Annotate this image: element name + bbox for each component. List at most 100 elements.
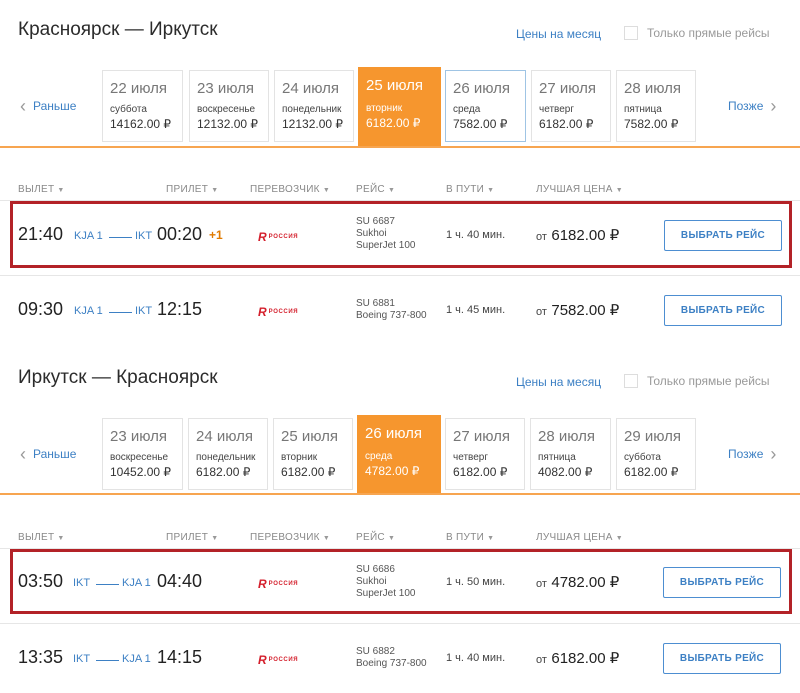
header-label: В ПУТИ (446, 532, 485, 543)
sort-arrow-icon: ▼ (487, 187, 495, 194)
aeroflot-russia-logo: R РОССИЯ (258, 305, 298, 319)
weekday-label: суббота (110, 104, 147, 115)
date-card[interactable]: 28 июля пятница 4082.00 ₽ (530, 418, 611, 490)
chevron-right-icon: › (770, 444, 777, 464)
carrier-mark: R (258, 653, 267, 667)
date-card[interactable]: 24 июля понедельник 12132.00 ₽ (274, 70, 354, 142)
sort-depart[interactable]: ВЫЛЕТ ▼ (18, 532, 65, 543)
date-label: 27 июля (453, 428, 511, 445)
date-card[interactable]: 24 июля понедельник 6182.00 ₽ (188, 418, 268, 490)
date-card[interactable]: 28 июля пятница 7582.00 ₽ (616, 70, 696, 142)
sort-duration[interactable]: В ПУТИ ▼ (446, 532, 494, 543)
header-label: ПЕРЕВОЗЧИК (250, 532, 320, 543)
header-label: В ПУТИ (446, 184, 485, 195)
flight-duration: 1 ч. 40 мин. (446, 652, 506, 664)
weekday-label: среда (453, 104, 481, 115)
date-card-selected[interactable]: 26 июля среда 4782.00 ₽ (357, 415, 441, 495)
route-line (109, 312, 132, 313)
later-label: Позже (728, 447, 764, 461)
highlight-frame (10, 549, 792, 614)
weekday-label: воскресенье (110, 452, 169, 463)
aircraft-type: Boeing 737-800 (356, 310, 427, 321)
weekday-label: суббота (624, 452, 661, 463)
weekday-label: вторник (366, 103, 403, 114)
weekday-label: четверг (453, 452, 488, 463)
arrive-airport: IKT (135, 305, 153, 317)
month-prices-link[interactable]: Цены на месяц (516, 27, 601, 41)
sort-arrow-icon: ▼ (322, 187, 331, 194)
earlier-button[interactable]: ‹ Раньше (20, 97, 76, 115)
sort-flight[interactable]: РЕЙС ▼ (356, 532, 395, 543)
earlier-button[interactable]: ‹ Раньше (20, 444, 77, 464)
date-card-selected[interactable]: 25 июля вторник 6182.00 ₽ (358, 67, 441, 147)
direct-only-filter[interactable]: Только прямые рейсы (624, 26, 770, 40)
select-flight-button[interactable]: ВЫБРАТЬ РЕЙС (664, 295, 782, 326)
sort-flight[interactable]: РЕЙС ▼ (356, 184, 395, 195)
sort-arrive[interactable]: ПРИЛЕТ ▼ (166, 184, 218, 195)
sort-arrive[interactable]: ПРИЛЕТ ▼ (166, 532, 218, 543)
sort-carrier[interactable]: ПЕРЕВОЗЧИК ▼ (250, 184, 330, 195)
date-price: 4082.00 ₽ (538, 465, 593, 479)
header-label: ЛУЧШАЯ ЦЕНА (536, 184, 613, 195)
section-divider (0, 146, 800, 148)
weekday-label: понедельник (196, 452, 256, 463)
date-label: 28 июля (538, 428, 596, 445)
sort-best-price[interactable]: ЛУЧШАЯ ЦЕНА ▼ (536, 532, 623, 543)
carrier-mark: R (258, 305, 267, 319)
date-card[interactable]: 27 июля четверг 6182.00 ₽ (445, 418, 525, 490)
date-card[interactable]: 25 июля вторник 6182.00 ₽ (273, 418, 353, 490)
date-card[interactable]: 29 июля суббота 6182.00 ₽ (616, 418, 696, 490)
sort-arrow-icon: ▼ (387, 187, 396, 194)
date-card[interactable]: 26 июля среда 7582.00 ₽ (445, 70, 526, 142)
date-label: 29 июля (624, 428, 682, 445)
sort-carrier[interactable]: ПЕРЕВОЗЧИК ▼ (250, 532, 330, 543)
date-price: 6182.00 ₽ (624, 465, 679, 479)
date-card[interactable]: 23 июля воскресенье 12132.00 ₽ (189, 70, 269, 142)
price-value: 6182.00 ₽ (551, 650, 620, 667)
later-button[interactable]: Позже › (728, 97, 776, 115)
price-prefix: от (536, 654, 547, 666)
date-card[interactable]: 27 июля четверг 6182.00 ₽ (531, 70, 611, 142)
weekday-label: среда (365, 451, 393, 462)
weekday-label: вторник (281, 452, 318, 463)
later-button[interactable]: Позже › (728, 444, 777, 464)
sort-best-price[interactable]: ЛУЧШАЯ ЦЕНА ▼ (536, 184, 623, 195)
date-label: 24 июля (196, 428, 254, 445)
direct-only-checkbox[interactable] (624, 26, 638, 40)
carrier-name: РОССИЯ (268, 657, 299, 663)
date-price: 12132.00 ₽ (282, 117, 344, 131)
header-label: ПРИЛЕТ (166, 532, 209, 543)
chevron-left-icon: ‹ (20, 444, 26, 464)
weekday-label: понедельник (282, 104, 342, 115)
arrive-airport: KJA 1 (122, 653, 151, 665)
depart-airport: KJA 1 (74, 305, 103, 317)
date-label: 25 июля (281, 428, 339, 445)
sort-arrow-icon: ▼ (615, 187, 623, 194)
route-title: Иркутск — Красноярск (18, 367, 218, 388)
sort-duration[interactable]: В ПУТИ ▼ (446, 184, 494, 195)
price-value: 7582.00 ₽ (551, 302, 620, 319)
header-label: ВЫЛЕТ (18, 184, 55, 195)
later-label: Позже (728, 99, 764, 113)
date-price: 12132.00 ₽ (197, 117, 259, 131)
direct-only-filter[interactable]: Только прямые рейсы (624, 374, 770, 388)
date-card[interactable]: 22 июля суббота 14162.00 ₽ (102, 70, 183, 142)
date-price: 7582.00 ₽ (453, 117, 508, 131)
sort-arrow-icon: ▼ (211, 535, 219, 542)
weekday-label: воскресенье (197, 104, 256, 115)
carrier-name: РОССИЯ (268, 309, 299, 315)
header-label: РЕЙС (356, 184, 385, 195)
sort-arrow-icon: ▼ (57, 187, 65, 194)
depart-airport: IKT (73, 653, 91, 665)
sort-depart[interactable]: ВЫЛЕТ ▼ (18, 184, 65, 195)
arrive-time: 14:15 (157, 647, 203, 667)
date-price: 6182.00 ₽ (281, 465, 336, 479)
flight-number: SU 6881 (356, 298, 395, 309)
month-prices-link[interactable]: Цены на месяц (516, 375, 601, 389)
earlier-label: Раньше (33, 447, 77, 461)
direct-only-checkbox[interactable] (624, 374, 638, 388)
date-card[interactable]: 23 июля воскресенье 10452.00 ₽ (102, 418, 183, 490)
date-label: 27 июля (539, 80, 597, 97)
select-flight-button[interactable]: ВЫБРАТЬ РЕЙС (663, 643, 781, 674)
sort-arrow-icon: ▼ (487, 535, 495, 542)
